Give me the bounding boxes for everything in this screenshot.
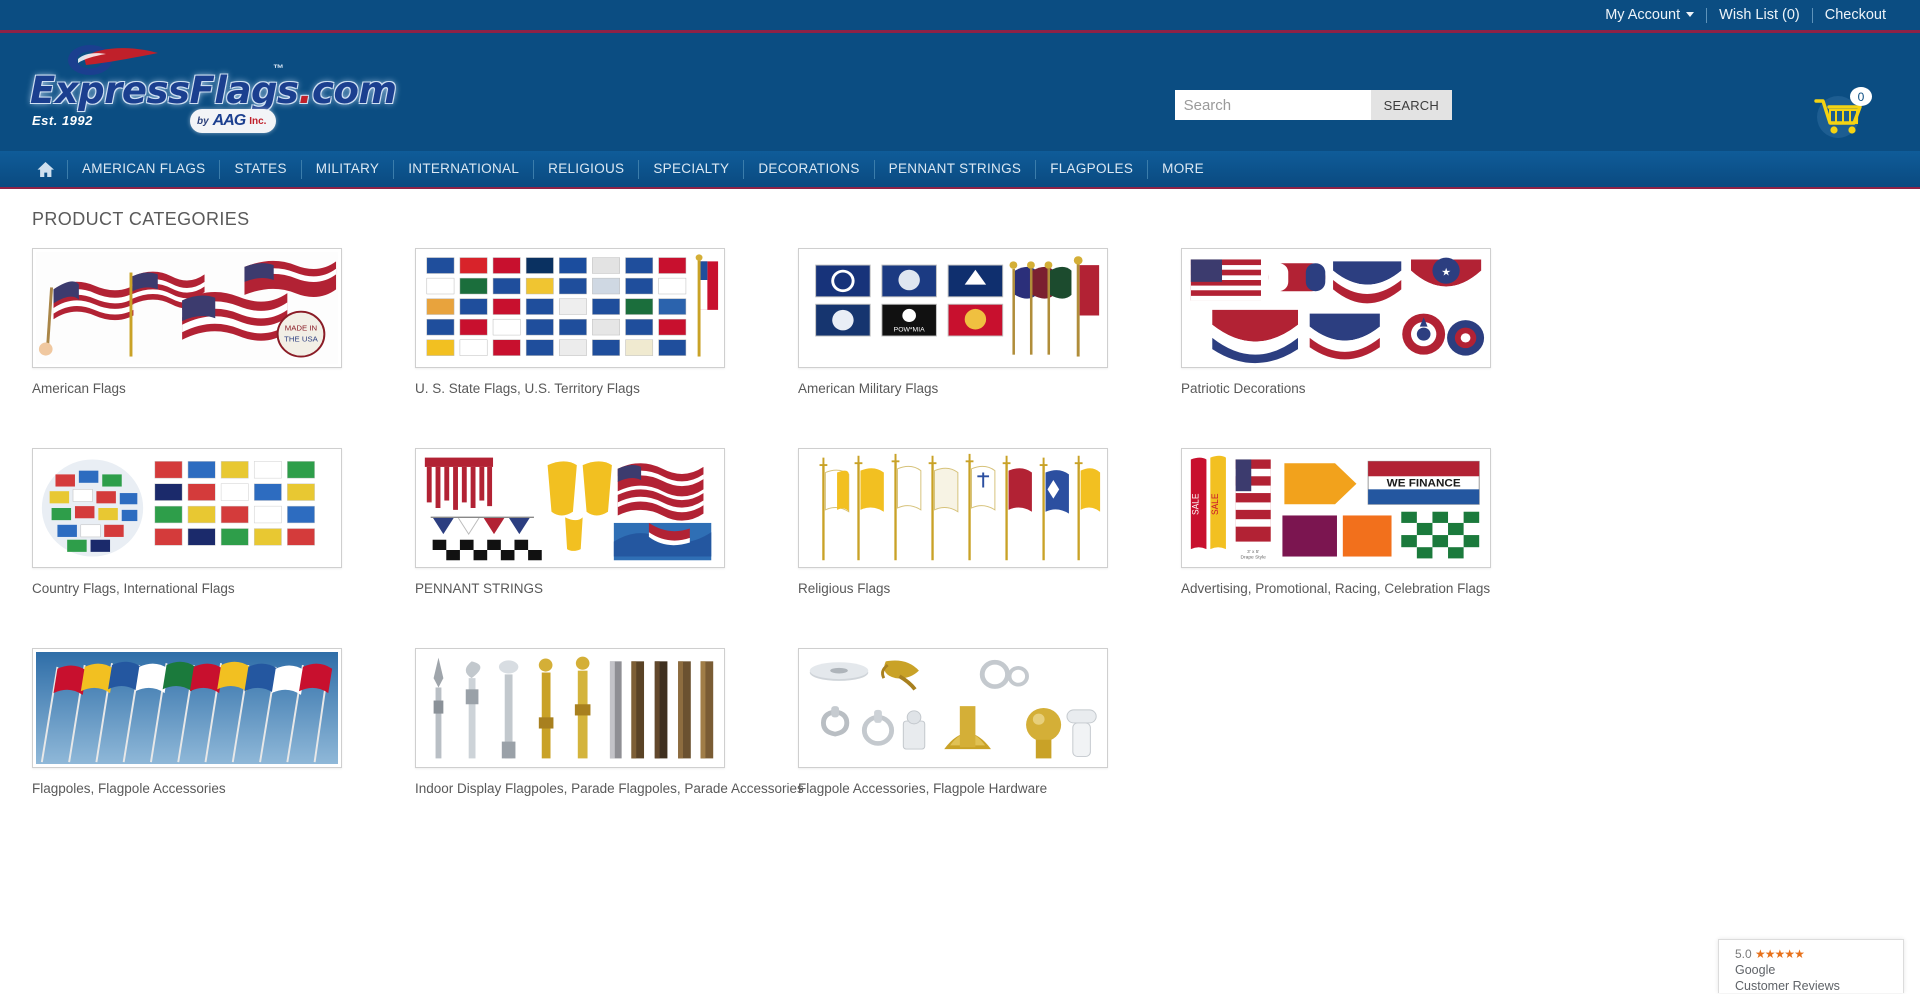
- svg-text:MADE IN: MADE IN: [285, 324, 317, 333]
- trademark-symbol: ™: [273, 63, 284, 75]
- logo-wordmark: ExpressFlags.com: [30, 69, 396, 112]
- category-cell: Religious Flags: [798, 448, 1181, 648]
- nav-item-states[interactable]: STATES: [220, 150, 300, 188]
- category-label-flagpoles[interactable]: Flagpoles, Flagpole Accessories: [32, 781, 415, 796]
- svg-text:WE FINANCE: WE FINANCE: [1387, 478, 1461, 490]
- nav-item-more[interactable]: MORE: [1148, 150, 1218, 188]
- category-label-advertising-flags[interactable]: Advertising, Promotional, Racing, Celebr…: [1181, 581, 1564, 596]
- logo-domain: com: [312, 69, 396, 112]
- shopping-cart-button[interactable]: 0: [1810, 85, 1872, 141]
- religious-flags-row-image: [802, 452, 1104, 564]
- category-cell: ★: [1181, 248, 1564, 448]
- american-flags-collage-image: MADE IN THE USA: [36, 252, 338, 364]
- cart-count-badge: 0: [1850, 87, 1872, 106]
- category-label-country-flags[interactable]: Country Flags, International Flags: [32, 581, 415, 596]
- svg-text:POW*MIA: POW*MIA: [894, 326, 926, 333]
- home-icon: [36, 161, 55, 178]
- category-label-pennant-strings[interactable]: PENNANT STRINGS: [415, 581, 798, 596]
- my-account-label: My Account: [1605, 7, 1680, 23]
- star-rating-icon: ★★★★★: [1755, 947, 1804, 961]
- nav-item-international[interactable]: INTERNATIONAL: [394, 150, 533, 188]
- search-bar: SEARCH: [1175, 90, 1452, 120]
- aag-badge: by AAG Inc.: [190, 109, 276, 133]
- google-rating-value: 5.0: [1735, 947, 1752, 961]
- category-cell: SALE SALE 3' x 5' Drape Style: [1181, 448, 1564, 648]
- checkout-link[interactable]: Checkout: [1813, 8, 1898, 23]
- flagpole-hardware-image: [802, 652, 1104, 764]
- utility-bar: My Account Wish List (0) Checkout: [0, 0, 1920, 33]
- aag-inc-label: Inc.: [249, 116, 266, 127]
- category-cell: Flagpole Accessories, Flagpole Hardware: [798, 648, 1181, 848]
- nav-item-decorations[interactable]: DECORATIONS: [744, 150, 873, 188]
- category-card-american-flags[interactable]: MADE IN THE USA: [32, 248, 342, 368]
- category-label-religious-flags[interactable]: Religious Flags: [798, 581, 1181, 596]
- category-label-patriotic-decorations[interactable]: Patriotic Decorations: [1181, 381, 1564, 396]
- nav-item-religious[interactable]: RELIGIOUS: [534, 150, 638, 188]
- logo-dot: .: [298, 69, 312, 112]
- site-logo[interactable]: ExpressFlags.com ™ Est. 1992 by AAG Inc.: [28, 41, 328, 141]
- category-cell: MADE IN THE USA American Flags: [32, 248, 415, 448]
- category-card-state-flags[interactable]: [415, 248, 725, 368]
- category-card-advertising-flags[interactable]: SALE SALE 3' x 5' Drape Style: [1181, 448, 1491, 568]
- svg-text:SALE: SALE: [1210, 493, 1220, 515]
- aag-by-label: by: [197, 116, 209, 127]
- category-card-country-flags[interactable]: [32, 448, 342, 568]
- nav-item-military[interactable]: MILITARY: [302, 150, 393, 188]
- category-label-military-flags[interactable]: American Military Flags: [798, 381, 1181, 396]
- category-card-flagpoles[interactable]: [32, 648, 342, 768]
- category-card-patriotic-decorations[interactable]: ★: [1181, 248, 1491, 368]
- globe-of-flags: [42, 459, 143, 556]
- indoor-flagpoles-image: [419, 652, 721, 764]
- nav-item-flagpoles[interactable]: FLAGPOLES: [1036, 150, 1147, 188]
- category-label-indoor-flagpoles[interactable]: Indoor Display Flagpoles, Parade Flagpol…: [415, 781, 798, 796]
- category-label-american-flags[interactable]: American Flags: [32, 381, 415, 396]
- category-card-military-flags[interactable]: POW*MIA: [798, 248, 1108, 368]
- category-label-flagpole-accessories[interactable]: Flagpole Accessories, Flagpole Hardware: [798, 781, 1181, 796]
- my-account-link[interactable]: My Account: [1593, 8, 1706, 23]
- search-input[interactable]: [1175, 90, 1371, 120]
- pennant-strings-collage-image: [419, 452, 721, 564]
- category-cell: Country Flags, International Flags: [32, 448, 415, 648]
- main-content: PRODUCT CATEGORIES: [0, 189, 1920, 848]
- svg-text:★: ★: [1441, 268, 1451, 279]
- category-card-pennant-strings[interactable]: [415, 448, 725, 568]
- svg-text:THE USA: THE USA: [284, 335, 319, 344]
- nav-item-american-flags[interactable]: AMERICAN FLAGS: [68, 150, 219, 188]
- state-flags-grid-image: [419, 252, 721, 364]
- category-card-indoor-flagpoles[interactable]: [415, 648, 725, 768]
- category-cell: Flagpoles, Flagpole Accessories: [32, 648, 415, 848]
- aag-name-label: AAG: [213, 112, 246, 130]
- category-cell: POW*MIA: [798, 248, 1181, 448]
- category-card-flagpole-accessories[interactable]: [798, 648, 1108, 768]
- nav-item-specialty[interactable]: SPECIALTY: [639, 150, 743, 188]
- category-card-religious-flags[interactable]: [798, 448, 1108, 568]
- site-header: ExpressFlags.com ™ Est. 1992 by AAG Inc.…: [0, 33, 1920, 151]
- established-year: Est. 1992: [32, 113, 93, 128]
- category-grid: MADE IN THE USA American Flags: [32, 248, 1888, 848]
- google-rating-row: 5.0 ★★★★★: [1735, 947, 1903, 962]
- category-cell: PENNANT STRINGS: [415, 448, 798, 648]
- nav-home-link[interactable]: [32, 161, 67, 178]
- svg-text:SALE: SALE: [1190, 493, 1200, 515]
- google-customer-reviews-badge[interactable]: 5.0 ★★★★★ Google Customer Reviews: [1718, 939, 1904, 993]
- customer-reviews-label: Customer Reviews: [1735, 978, 1903, 994]
- chevron-down-icon: [1686, 12, 1694, 17]
- search-button[interactable]: SEARCH: [1371, 90, 1452, 120]
- category-cell: U. S. State Flags, U.S. Territory Flags: [415, 248, 798, 448]
- world-flags-globe-image: [36, 452, 338, 564]
- main-navigation: AMERICAN FLAGS STATES MILITARY INTERNATI…: [0, 151, 1920, 189]
- category-label-state-flags[interactable]: U. S. State Flags, U.S. Territory Flags: [415, 381, 798, 396]
- svg-text:Drape Style: Drape Style: [1241, 554, 1267, 560]
- svg-text:3' x 5': 3' x 5': [1247, 549, 1259, 555]
- advertising-flags-collage-image: SALE SALE 3' x 5' Drape Style: [1185, 452, 1487, 564]
- military-flags-collage-image: POW*MIA: [802, 252, 1104, 364]
- patriotic-bunting-collage-image: ★: [1185, 252, 1487, 364]
- page-title: PRODUCT CATEGORIES: [32, 209, 1888, 230]
- category-cell: Indoor Display Flagpoles, Parade Flagpol…: [415, 648, 798, 848]
- flagpoles-outdoor-image: [36, 652, 338, 764]
- nav-item-pennant-strings[interactable]: PENNANT STRINGS: [875, 150, 1036, 188]
- wish-list-link[interactable]: Wish List (0): [1707, 8, 1812, 23]
- google-label: Google: [1735, 962, 1903, 978]
